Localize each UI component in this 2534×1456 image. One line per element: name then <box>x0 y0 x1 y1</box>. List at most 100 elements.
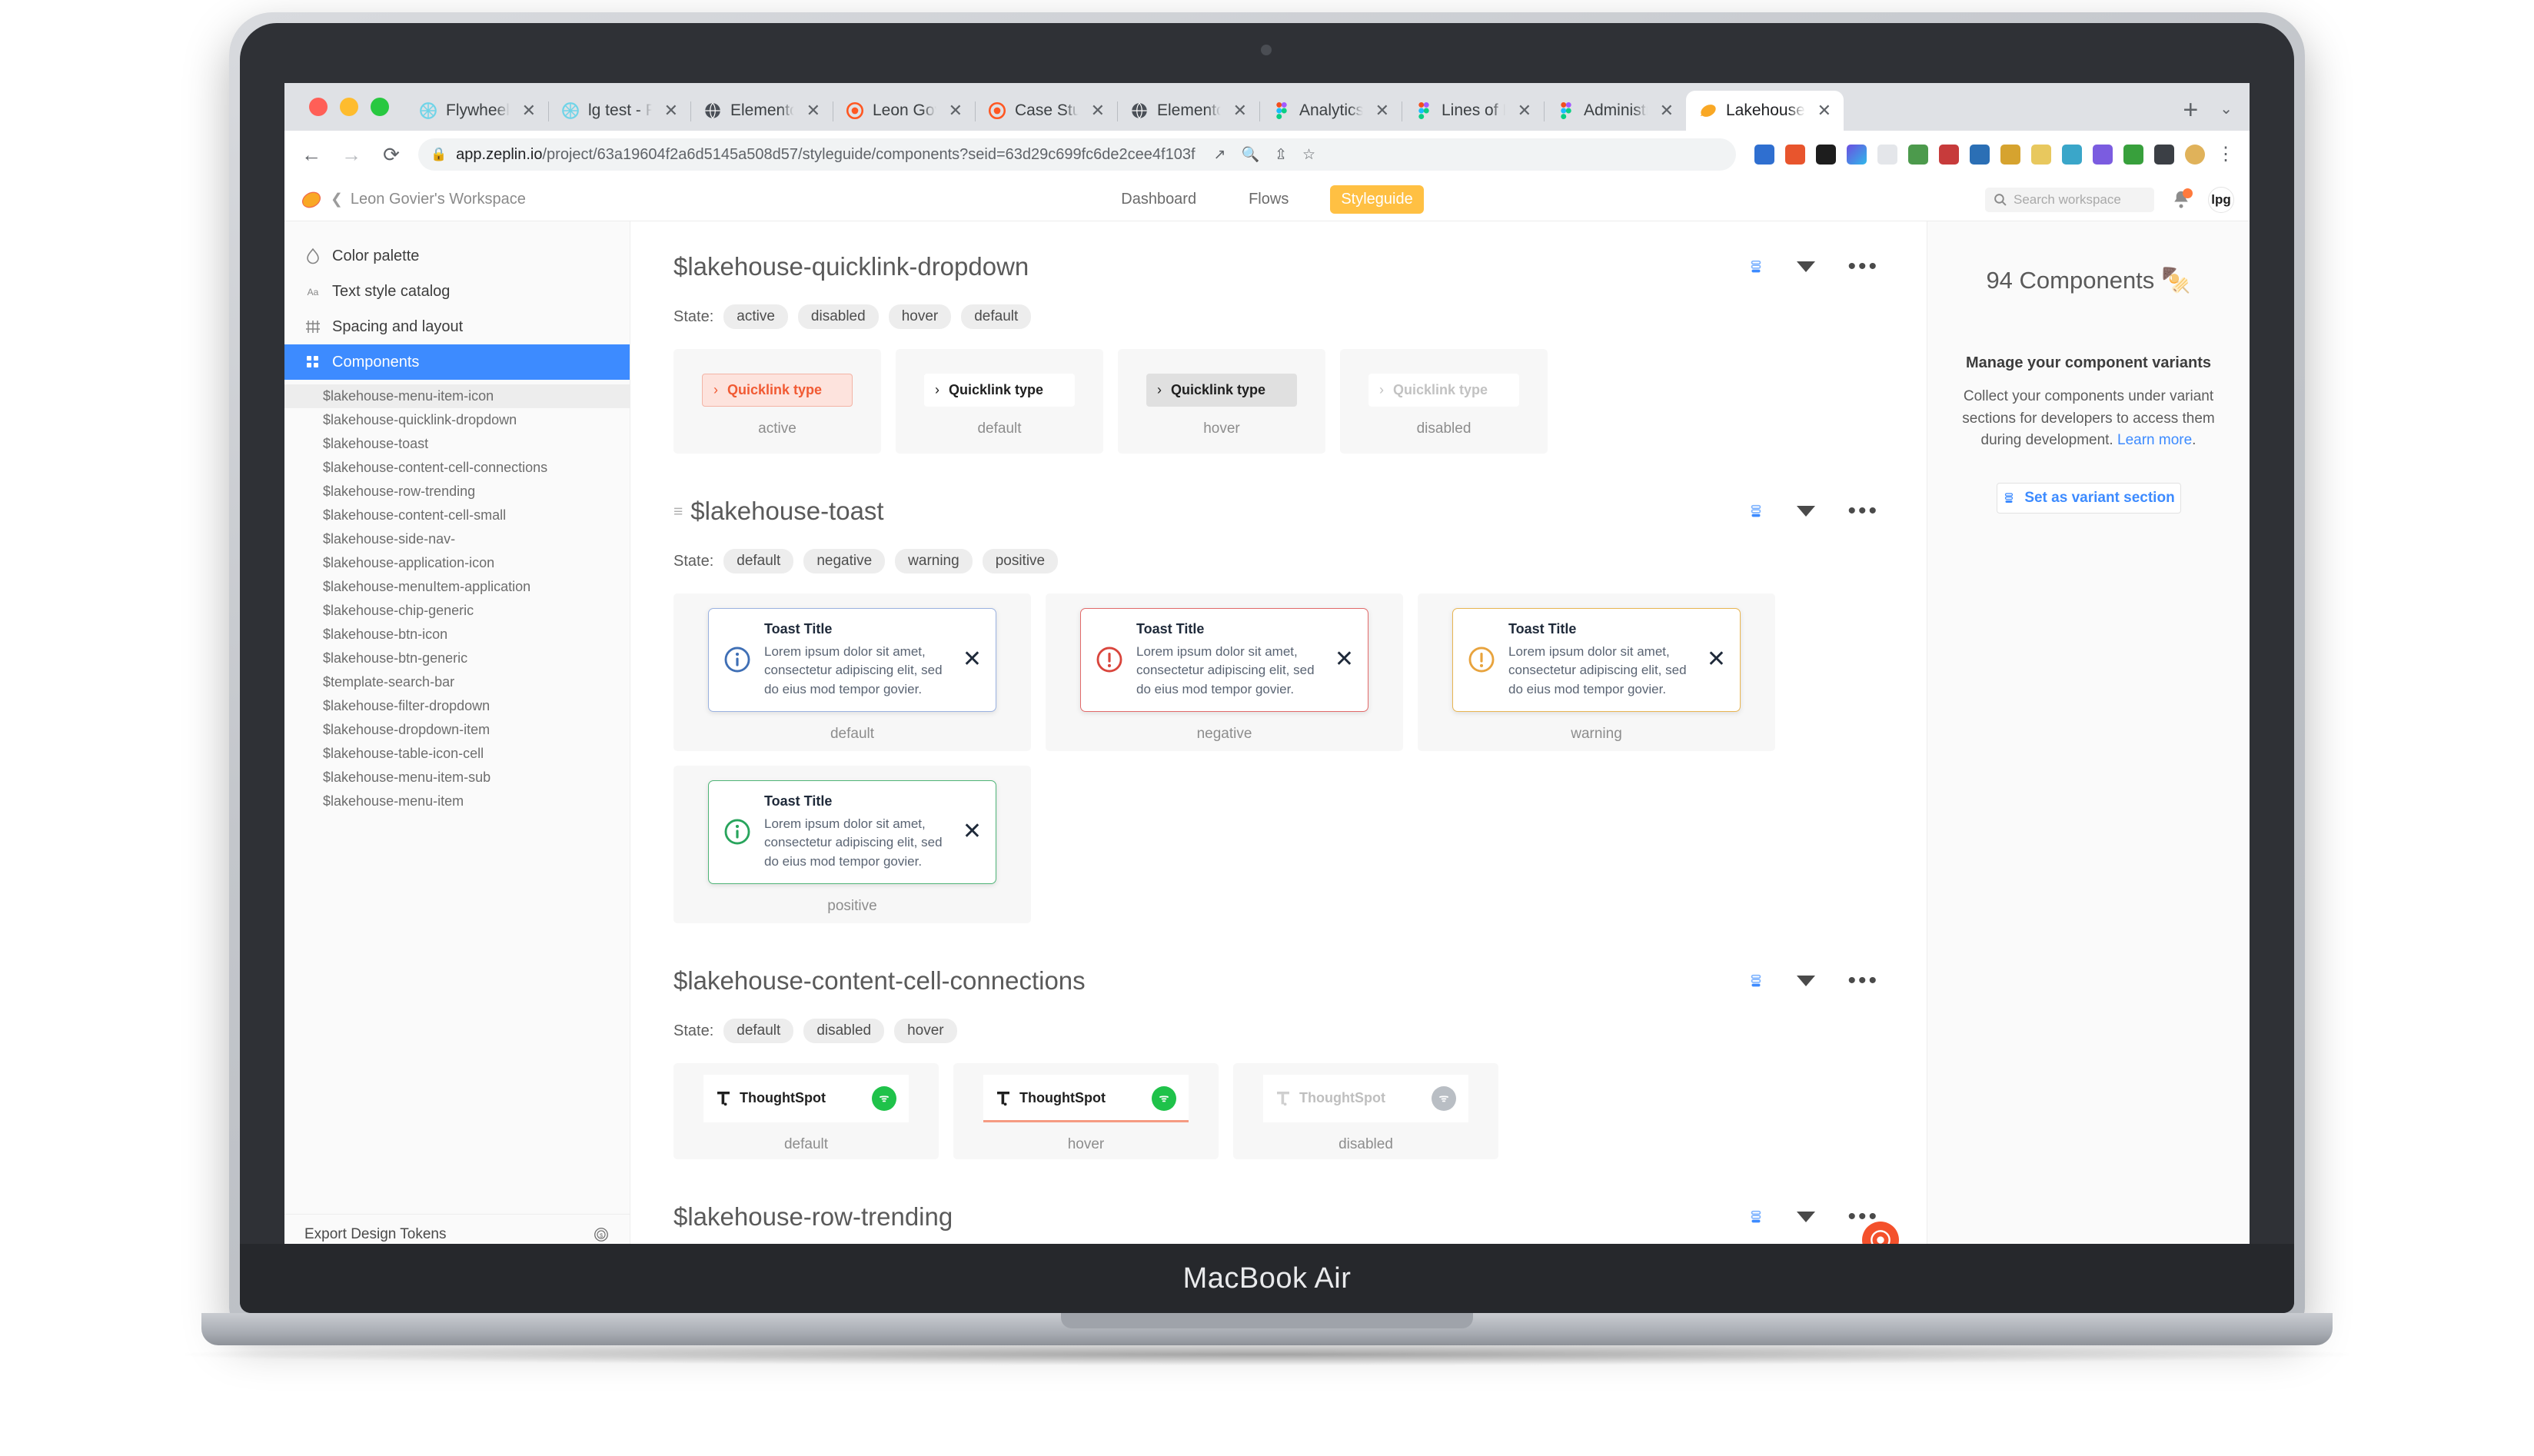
stack-layers-icon[interactable] <box>1748 972 1764 989</box>
minimize-window-button[interactable] <box>340 98 358 116</box>
more-options-icon[interactable]: ••• <box>1847 969 1879 992</box>
variant-card[interactable]: ThoughtSpot ᯤ default <box>673 1063 939 1159</box>
sidebar-component-item[interactable]: $lakehouse-filter-dropdown <box>284 694 630 718</box>
back-chevron-icon[interactable]: ❮ <box>331 191 343 208</box>
close-icon[interactable]: ✕ <box>1330 648 1354 671</box>
close-tab-icon[interactable]: ✕ <box>1813 102 1836 119</box>
sidebar-component-item[interactable]: $lakehouse-menu-item <box>284 789 630 813</box>
variant-card[interactable]: › Quicklink type hover <box>1118 349 1325 454</box>
extension-icon-1[interactable] <box>1754 145 1774 165</box>
stack-layers-icon[interactable] <box>1748 1208 1764 1225</box>
sidebar-component-item[interactable]: $lakehouse-btn-icon <box>284 623 630 647</box>
state-chip[interactable]: warning <box>895 549 973 573</box>
brand[interactable]: ❮ Leon Govier's Workspace <box>300 188 526 211</box>
browser-tab[interactable]: Elementor | Case ✕ <box>1117 91 1260 131</box>
notifications-button[interactable] <box>2170 188 2193 211</box>
close-icon[interactable]: ✕ <box>958 648 982 671</box>
extension-icon-11[interactable] <box>2062 145 2082 165</box>
back-button[interactable]: ← <box>298 145 324 165</box>
extension-icon-10[interactable] <box>2031 145 2051 165</box>
stack-layers-icon[interactable] <box>1748 503 1764 520</box>
extension-icon-2[interactable] <box>1785 145 1805 165</box>
collapse-caret-down-icon[interactable] <box>1797 1212 1816 1222</box>
variant-card[interactable]: Toast Title Lorem ipsum dolor sit amet, c… <box>673 766 1031 923</box>
sidebar-component-item[interactable]: $lakehouse-content-cell-small <box>284 504 630 527</box>
close-tab-icon[interactable]: ✕ <box>944 102 967 119</box>
browser-tab[interactable]: Case Study Mast ✕ <box>975 91 1118 131</box>
drag-handle-icon[interactable]: ≡ <box>673 503 683 521</box>
state-chip[interactable]: positive <box>982 549 1059 573</box>
maximize-window-button[interactable] <box>371 98 389 116</box>
sidebar-component-item[interactable]: $lakehouse-table-icon-cell <box>284 742 630 766</box>
content-cell-connection[interactable]: ThoughtSpot ᯤ <box>703 1074 909 1122</box>
browser-tab[interactable]: Flywheel ✕ <box>406 91 549 131</box>
extension-icon-13[interactable] <box>2123 145 2143 165</box>
close-tab-icon[interactable]: ✕ <box>1371 102 1394 119</box>
close-window-button[interactable] <box>309 98 328 116</box>
variant-card[interactable]: Toast Title Lorem ipsum dolor sit amet, c… <box>673 593 1031 751</box>
close-tab-icon[interactable]: ✕ <box>1229 102 1252 119</box>
address-bar[interactable]: 🔒 app.zeplin.io/project/63a19604f2a6d514… <box>418 138 1736 171</box>
variant-card[interactable]: › Quicklink type disabled <box>1340 349 1548 454</box>
collapse-caret-down-icon[interactable] <box>1797 976 1816 986</box>
variant-card[interactable]: Toast Title Lorem ipsum dolor sit amet, c… <box>1418 593 1775 751</box>
set-as-variant-section-button[interactable]: Set as variant section <box>1996 482 2181 514</box>
avatar[interactable]: lpg <box>2208 186 2234 213</box>
state-chip[interactable]: disabled <box>797 304 879 329</box>
new-tab-button[interactable]: + <box>2169 97 2212 131</box>
quicklink-dropdown[interactable]: › Quicklink type <box>924 373 1075 407</box>
browser-tab[interactable]: Lines of Business ✕ <box>1402 91 1545 131</box>
extension-icon-9[interactable] <box>2000 145 2020 165</box>
export-design-tokens-button[interactable]: Export Design Tokens $ <box>284 1214 630 1244</box>
reload-button[interactable]: ⟳ <box>378 145 404 165</box>
close-tab-icon[interactable]: ✕ <box>517 102 540 119</box>
sidebar-item-components[interactable]: Components <box>284 344 630 380</box>
sidebar-item-spacing-and-layout[interactable]: Spacing and layout <box>284 309 630 344</box>
variant-card[interactable]: ThoughtSpot ᯤ disabled <box>1233 1063 1498 1159</box>
quicklink-dropdown[interactable]: › Quicklink type <box>702 373 853 407</box>
sidebar-component-item[interactable]: $lakehouse-quicklink-dropdown <box>284 408 630 432</box>
sidebar-component-item[interactable]: $template-search-bar <box>284 670 630 694</box>
content-cell-connection[interactable]: ThoughtSpot ᯤ <box>1263 1074 1468 1122</box>
sidebar-component-item[interactable]: $lakehouse-menu-item-sub <box>284 766 630 789</box>
sidebar-component-item[interactable]: $lakehouse-toast <box>284 432 630 456</box>
close-icon[interactable]: ✕ <box>958 820 982 843</box>
extension-icon-7[interactable] <box>1939 145 1959 165</box>
close-tab-icon[interactable]: ✕ <box>1513 102 1536 119</box>
quicklink-dropdown[interactable]: › Quicklink type <box>1368 373 1519 407</box>
sidebar-component-item[interactable]: $lakehouse-content-cell-connections <box>284 456 630 480</box>
extension-icon-12[interactable] <box>2093 145 2113 165</box>
state-chip[interactable]: hover <box>888 304 952 329</box>
extension-icon-3[interactable] <box>1816 145 1836 165</box>
extension-icon-8[interactable] <box>1970 145 1990 165</box>
tab-list-chevron-down-icon[interactable]: ⌄ <box>2212 99 2250 131</box>
learn-more-link[interactable]: Learn more <box>2117 432 2192 448</box>
state-chip[interactable]: hover <box>894 1019 957 1043</box>
search-input[interactable]: Search workspace <box>1985 187 2154 212</box>
extension-icon-4[interactable] <box>1847 145 1867 165</box>
variant-card[interactable]: ThoughtSpot ᯤ hover <box>953 1063 1219 1159</box>
sidebar-component-item[interactable]: $lakehouse-application-icon <box>284 551 630 575</box>
close-tab-icon[interactable]: ✕ <box>1655 102 1678 119</box>
bookmark-star-icon[interactable]: ☆ <box>1302 146 1315 164</box>
sidebar-item-text-style-catalog[interactable]: Aa Text style catalog <box>284 274 630 309</box>
sidebar-component-item[interactable]: $lakehouse-row-trending <box>284 480 630 504</box>
sidebar-component-item[interactable]: $lakehouse-side-nav- <box>284 527 630 551</box>
state-chip[interactable]: negative <box>803 549 886 573</box>
sidebar-component-item[interactable]: $lakehouse-menu-item-icon <box>284 384 630 408</box>
state-chip[interactable]: active <box>723 304 788 329</box>
nav-styleguide[interactable]: Styleguide <box>1330 185 1424 214</box>
sidebar-component-item[interactable]: $lakehouse-dropdown-item <box>284 718 630 742</box>
state-chip[interactable]: default <box>723 549 794 573</box>
workspace-name[interactable]: Leon Govier's Workspace <box>351 191 526 208</box>
browser-tab[interactable]: Analytics MUI Ver ✕ <box>1259 91 1402 131</box>
forward-button[interactable]: → <box>338 145 364 165</box>
state-chip[interactable]: default <box>723 1019 794 1043</box>
extension-icon-14[interactable] <box>2154 145 2174 165</box>
extension-icon-6[interactable] <box>1908 145 1928 165</box>
sidebar-component-item[interactable]: $lakehouse-btn-generic <box>284 647 630 670</box>
share-icon[interactable]: ⇫ <box>1275 146 1287 164</box>
collapse-caret-down-icon[interactable] <box>1797 261 1816 272</box>
quicklink-dropdown[interactable]: › Quicklink type <box>1146 373 1297 407</box>
more-options-icon[interactable]: ••• <box>1847 1205 1879 1228</box>
